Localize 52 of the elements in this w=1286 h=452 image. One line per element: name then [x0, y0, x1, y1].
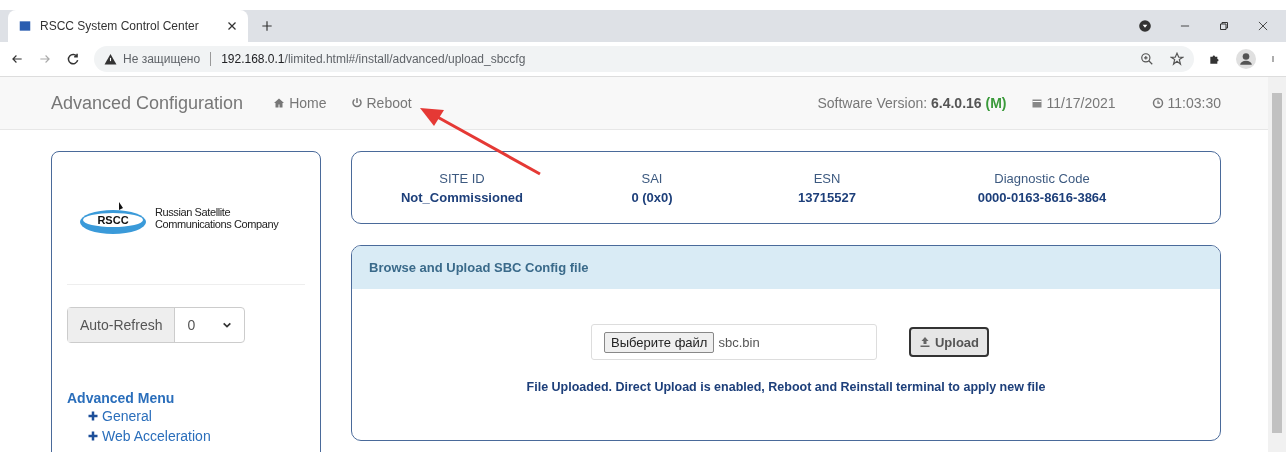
close-icon [226, 20, 238, 32]
new-tab-icon [260, 19, 274, 33]
menu-heading: Advanced Menu [67, 390, 176, 406]
menu-link[interactable]: Web Acceleration [87, 426, 305, 446]
warning-icon [104, 52, 117, 66]
browser-tab[interactable]: RSCC System Control Center [8, 10, 248, 42]
info-value: 0 (0x0) [631, 189, 673, 205]
info-label: Diagnostic Code [994, 170, 1090, 186]
star-icon [1170, 52, 1184, 66]
file-name: sbc.bin [718, 334, 760, 350]
power-icon [350, 97, 363, 109]
company-name: Russian Satellite Communications Company [155, 206, 279, 230]
address-bar[interactable]: Не защищено 192.168.0.1/limited.html#/install/advanced/upload_sbccfg [94, 46, 1194, 72]
upload-button[interactable]: Upload [908, 327, 990, 357]
nav-link[interactable]: Home [273, 95, 327, 111]
page-title: Advanced Configuration [51, 92, 244, 114]
reload-icon [66, 52, 80, 66]
back-icon [10, 52, 24, 66]
date-text: 11/17/2021 [1046, 95, 1116, 111]
url-text: 192.168.0.1/limited.html#/install/advanced/upload_sbccfg [221, 52, 526, 66]
software-version: Software Version: 6.4.0.16 (M) [817, 95, 1007, 111]
info-label: ESN [813, 170, 841, 186]
upload-icon [918, 336, 931, 348]
close-icon [1256, 19, 1270, 33]
file-input[interactable]: Выберите файл sbc.bin [590, 324, 877, 360]
info-label: SAI [641, 170, 663, 186]
site-favicon-icon [18, 19, 32, 33]
avatar-icon [1236, 49, 1256, 69]
home-icon [273, 97, 286, 109]
company-logo: RSCC [79, 201, 147, 235]
tab-search-icon [1138, 19, 1152, 33]
tab-title: RSCC System Control Center [40, 19, 199, 33]
zoom-icon [1140, 52, 1154, 66]
scrollbar-thumb[interactable] [1272, 93, 1282, 433]
restore-icon [1218, 20, 1230, 32]
panel-heading: Browse and Upload SBC Config file [352, 246, 1220, 289]
clock-icon [1151, 97, 1164, 109]
choose-file-button[interactable]: Выберите файл [603, 331, 715, 353]
security-label: Не защищено [123, 52, 201, 66]
chevron-down-icon [222, 320, 232, 330]
nav-link[interactable]: Reboot [350, 95, 412, 111]
calendar-icon [1030, 97, 1043, 109]
time-text: 11:03:30 [1167, 95, 1221, 111]
info-label: SITE ID [439, 170, 485, 186]
info-value: Not_Commissioned [400, 189, 524, 205]
plus-icon [87, 430, 99, 442]
info-value: 13715527 [798, 189, 856, 205]
info-value: 0000-0163-8616-3864 [977, 189, 1107, 205]
status-message: File Uploaded. Direct Upload is enabled, Reboot and Reinstall terminal to apply new file [525, 380, 1047, 394]
menu-link[interactable]: General [87, 406, 305, 426]
plus-icon [87, 410, 99, 422]
auto-refresh-select[interactable]: Auto-Refresh 0 [67, 307, 245, 343]
